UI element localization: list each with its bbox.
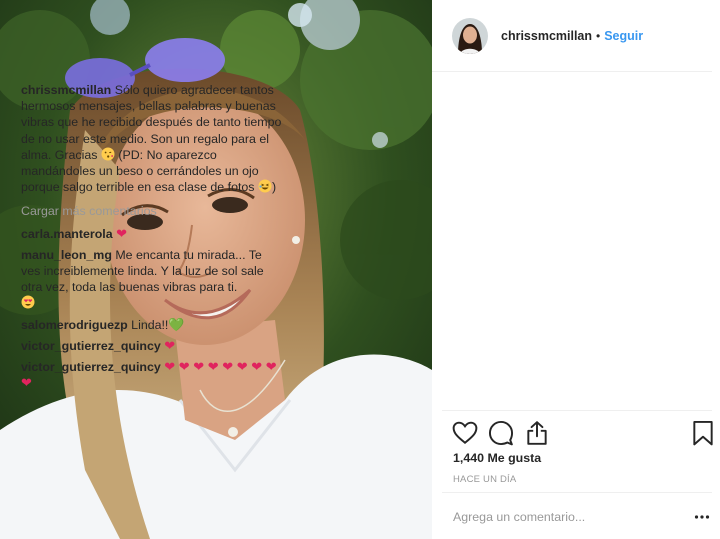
share-icon[interactable]	[524, 420, 550, 446]
divider	[442, 410, 712, 411]
heart-outline-icon[interactable]	[452, 420, 478, 446]
comment-item: salomerodriguezp Linda!!💚	[21, 317, 283, 333]
comment-input[interactable]: Agrega un comentario...	[453, 510, 585, 524]
post-timestamp[interactable]: HACE UN DÍA	[453, 474, 516, 485]
comment-item: carla.manterola ❤	[21, 226, 283, 242]
heart-emoji-icon: ❤	[116, 225, 127, 241]
comment-username[interactable]: manu_leon_mg	[21, 248, 112, 262]
comments-section: chrissmcmillan Sólo quiero agradecer tan…	[21, 82, 283, 396]
likes-count[interactable]: 1,440 Me gusta	[453, 451, 541, 465]
header-username[interactable]: chrissmcmillan	[501, 29, 592, 43]
heart-emoji-icon: ❤	[164, 337, 176, 353]
heart-eyes-emoji-icon	[21, 295, 35, 309]
laughing-emoji-icon	[258, 179, 272, 193]
post-caption: chrissmcmillan Sólo quiero agradecer tan…	[21, 82, 283, 195]
comment-username[interactable]: victor_gutierrez_quincy	[21, 360, 161, 374]
avatar-icon	[452, 17, 488, 54]
comment-item: victor_gutierrez_quincy ❤ ❤ ❤ ❤ ❤ ❤ ❤ ❤ …	[21, 359, 283, 391]
caption-username[interactable]: chrissmcmillan	[21, 83, 111, 97]
speech-bubble-icon[interactable]	[488, 420, 514, 446]
comment-text: Linda!!	[131, 317, 169, 332]
green-heart-emoji-icon: 💚	[168, 316, 185, 332]
comment-username[interactable]: salomerodriguezp	[21, 318, 128, 332]
bookmark-icon[interactable]	[690, 420, 716, 446]
kiss-emoji-icon	[101, 147, 115, 161]
avatar[interactable]	[452, 17, 488, 54]
follow-button[interactable]: Seguir	[604, 29, 643, 43]
separator-dot: •	[596, 28, 601, 43]
divider	[442, 492, 712, 493]
comment-username[interactable]: carla.manterola	[21, 227, 113, 241]
more-options-icon[interactable]	[694, 514, 710, 520]
comment-item: manu_leon_mg Me encanta tu mirada... Te …	[21, 247, 283, 312]
action-bar	[452, 420, 716, 448]
comment-username[interactable]: victor_gutierrez_quincy	[21, 339, 161, 353]
caption-end: )	[271, 180, 277, 195]
post-header: chrissmcmillan • Seguir	[432, 0, 712, 72]
load-more-comments-link[interactable]: Cargar más comentarios	[21, 203, 283, 219]
comment-item: victor_gutierrez_quincy ❤	[21, 338, 283, 354]
